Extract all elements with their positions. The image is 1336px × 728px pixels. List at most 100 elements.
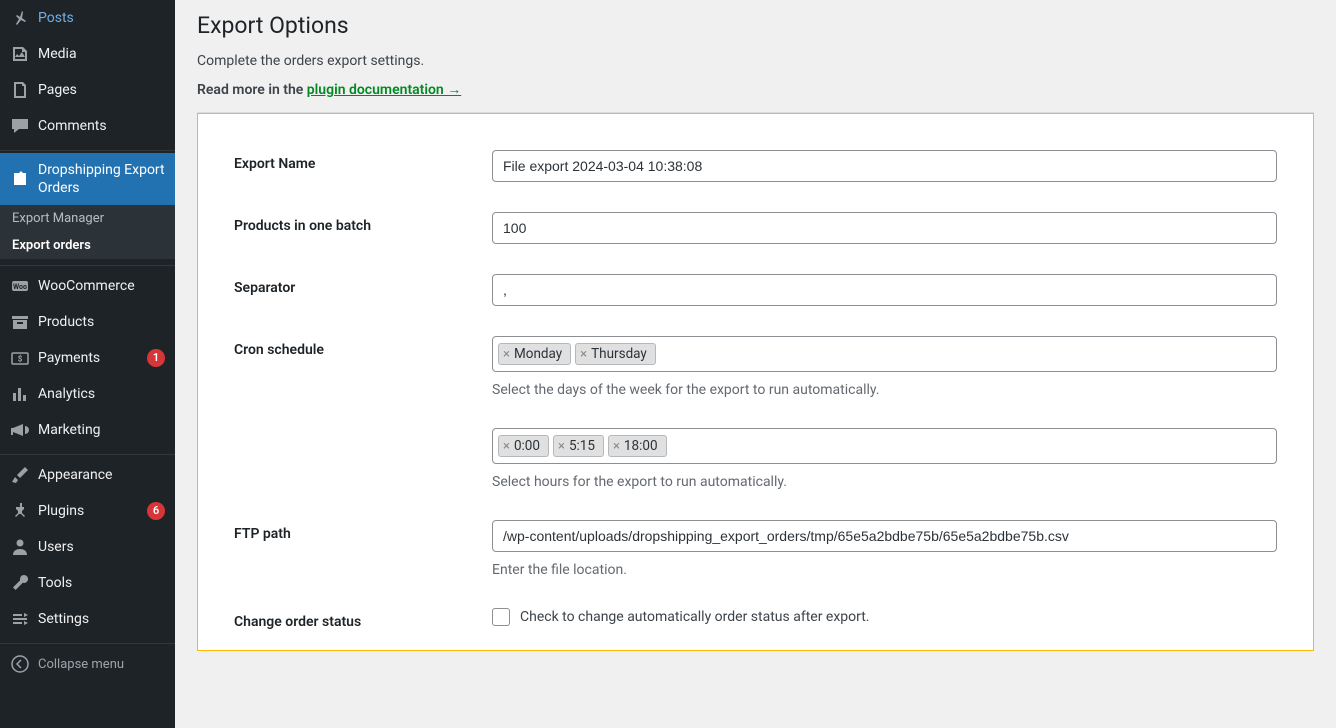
- settings-icon: [10, 609, 30, 629]
- megaphone-icon: [10, 420, 30, 440]
- sidebar-item-users[interactable]: Users: [0, 529, 175, 565]
- payments-icon: [10, 348, 30, 368]
- sidebar-item-label: Products: [38, 313, 165, 331]
- sidebar-item-appearance[interactable]: Appearance: [0, 457, 175, 493]
- label-ftp: FTP path: [234, 520, 492, 542]
- sidebar-item-woocommerce[interactable]: WooCommerce: [0, 268, 175, 304]
- sidebar-item-products[interactable]: Products: [0, 304, 175, 340]
- page-icon: [10, 80, 30, 100]
- sidebar-item-plugins[interactable]: Plugins 6: [0, 493, 175, 529]
- batch-input[interactable]: [492, 212, 1277, 244]
- sidebar-submenu: Export Manager Export orders: [0, 205, 175, 259]
- label-batch: Products in one batch: [234, 212, 492, 234]
- export-icon: [10, 169, 30, 189]
- change-status-check-label: Check to change automatically order stat…: [520, 609, 870, 625]
- menu-separator: [0, 450, 175, 455]
- sidebar-item-settings[interactable]: Settings: [0, 601, 175, 637]
- remove-tag-icon[interactable]: ×: [558, 439, 565, 454]
- page-subtitle: Complete the orders export settings.: [197, 53, 1314, 69]
- label-separator: Separator: [234, 274, 492, 296]
- sidebar-item-posts[interactable]: Posts: [0, 0, 175, 36]
- remove-tag-icon[interactable]: ×: [580, 347, 587, 362]
- label-change-status: Change order status: [234, 608, 492, 630]
- pin-icon: [10, 8, 30, 28]
- sidebar-item-comments[interactable]: Comments: [0, 108, 175, 144]
- update-badge: 6: [147, 502, 165, 520]
- export-name-input[interactable]: [492, 150, 1277, 182]
- readmore-prefix: Read more in the: [197, 82, 307, 98]
- ftp-help: Enter the file location.: [492, 562, 1277, 578]
- sidebar-item-media[interactable]: Media: [0, 36, 175, 72]
- remove-tag-icon[interactable]: ×: [503, 439, 510, 454]
- tag-hour-0[interactable]: ×0:00: [498, 435, 549, 457]
- sidebar-item-label: Appearance: [38, 466, 165, 484]
- sidebar-item-label: Comments: [38, 117, 165, 135]
- row-separator: Separator: [234, 274, 1277, 306]
- sidebar-item-label: Tools: [38, 574, 165, 592]
- cron-days-help: Select the days of the week for the expo…: [492, 382, 1277, 398]
- cron-hours-help: Select hours for the export to run autom…: [492, 474, 1277, 490]
- sidebar-item-label: Dropshipping Export Orders: [38, 161, 165, 197]
- submenu-export-orders[interactable]: Export orders: [0, 232, 175, 259]
- separator-input[interactable]: [492, 274, 1277, 306]
- sidebar-item-marketing[interactable]: Marketing: [0, 412, 175, 448]
- readmore-line: Read more in the plugin documentation →: [197, 81, 1314, 98]
- tag-thursday[interactable]: ×Thursday: [575, 343, 656, 365]
- label-cron: Cron schedule: [234, 336, 492, 358]
- sidebar-item-dropshipping-export[interactable]: Dropshipping Export Orders: [0, 153, 175, 205]
- tag-hour-515[interactable]: ×5:15: [553, 435, 604, 457]
- row-change-status: Change order status Check to change auto…: [234, 608, 1277, 630]
- main-content: Export Options Complete the orders expor…: [175, 0, 1336, 728]
- sidebar-item-analytics[interactable]: Analytics: [0, 376, 175, 412]
- remove-tag-icon[interactable]: ×: [613, 439, 620, 454]
- page-title: Export Options: [197, 0, 1314, 43]
- cron-hours-select[interactable]: ×0:00 ×5:15 ×18:00: [492, 428, 1277, 464]
- tag-hour-1800[interactable]: ×18:00: [608, 435, 667, 457]
- label-export-name: Export Name: [234, 150, 492, 172]
- menu-separator: [0, 146, 175, 151]
- sidebar-item-label: Marketing: [38, 421, 165, 439]
- analytics-icon: [10, 384, 30, 404]
- menu-separator: [0, 639, 175, 644]
- label-empty: [234, 428, 492, 434]
- sidebar-item-label: Pages: [38, 81, 165, 99]
- change-status-checkbox[interactable]: [492, 608, 510, 626]
- sidebar-item-tools[interactable]: Tools: [0, 565, 175, 601]
- submenu-export-manager[interactable]: Export Manager: [0, 205, 175, 232]
- comment-icon: [10, 116, 30, 136]
- row-ftp: FTP path Enter the file location.: [234, 520, 1277, 578]
- woo-icon: [10, 276, 30, 296]
- tag-monday[interactable]: ×Monday: [498, 343, 571, 365]
- row-cron-days: Cron schedule ×Monday ×Thursday Select t…: [234, 336, 1277, 398]
- media-icon: [10, 44, 30, 64]
- ftp-path-input[interactable]: [492, 520, 1277, 552]
- export-options-panel: Export Name Products in one batch Separa…: [197, 113, 1314, 651]
- sidebar-item-pages[interactable]: Pages: [0, 72, 175, 108]
- brush-icon: [10, 465, 30, 485]
- collapse-label: Collapse menu: [38, 657, 124, 672]
- remove-tag-icon[interactable]: ×: [503, 347, 510, 362]
- user-icon: [10, 537, 30, 557]
- plug-icon: [10, 501, 30, 521]
- sidebar-item-label: Posts: [38, 9, 165, 27]
- sidebar-item-label: WooCommerce: [38, 277, 165, 295]
- sidebar-item-label: Media: [38, 45, 165, 63]
- menu-separator: [0, 261, 175, 266]
- collapse-icon: [10, 654, 30, 674]
- row-batch: Products in one batch: [234, 212, 1277, 244]
- sidebar-item-label: Users: [38, 538, 165, 556]
- sidebar-item-label: Settings: [38, 610, 165, 628]
- sidebar-item-label: Analytics: [38, 385, 165, 403]
- row-cron-hours: ×0:00 ×5:15 ×18:00 Select hours for the …: [234, 428, 1277, 490]
- row-export-name: Export Name: [234, 150, 1277, 182]
- sidebar-item-payments[interactable]: Payments 1: [0, 340, 175, 376]
- sidebar-item-label: Plugins: [38, 502, 141, 520]
- wrench-icon: [10, 573, 30, 593]
- plugin-documentation-link[interactable]: plugin documentation →: [307, 82, 461, 98]
- admin-sidebar: Posts Media Pages Comments Dropshipping …: [0, 0, 175, 728]
- collapse-menu-button[interactable]: Collapse menu: [0, 646, 175, 682]
- cron-days-select[interactable]: ×Monday ×Thursday: [492, 336, 1277, 372]
- archive-icon: [10, 312, 30, 332]
- update-badge: 1: [147, 349, 165, 367]
- sidebar-item-label: Payments: [38, 349, 141, 367]
